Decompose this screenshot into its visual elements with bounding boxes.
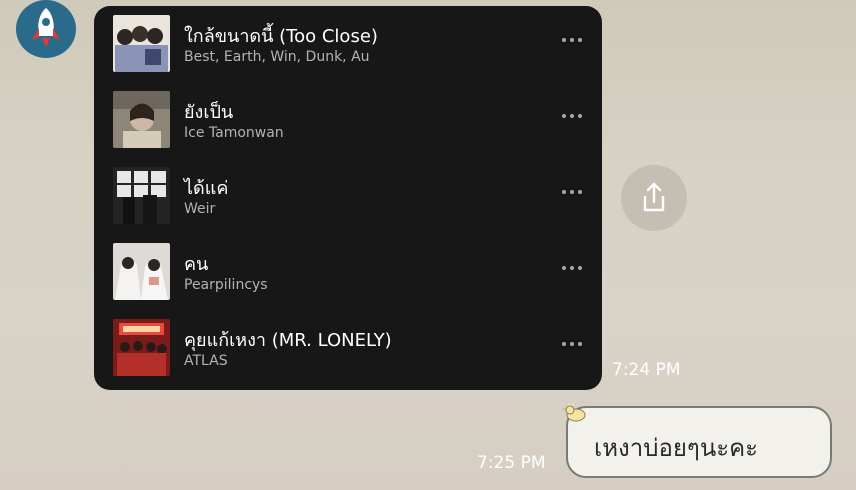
track-title: คน (184, 254, 209, 275)
album-art (113, 15, 170, 72)
track-row[interactable]: ยังเป็น Ice Tamonwan (94, 82, 602, 154)
track-title: ได้แค่ (184, 178, 229, 199)
track-title: ใกล้ขนาดนี้ (Too Close) (184, 26, 378, 47)
message-timestamp: 7:24 PM (612, 360, 681, 380)
more-dots-icon[interactable] (562, 112, 582, 120)
track-artist: Pearpilincys (184, 277, 268, 293)
album-art (113, 243, 170, 300)
bird-icon (560, 400, 590, 424)
avatar[interactable] (16, 0, 76, 58)
rocket-icon (32, 8, 60, 47)
more-dots-icon[interactable] (562, 36, 582, 44)
track-artist: ATLAS (184, 353, 228, 369)
chat-bubble[interactable]: เหงาบ่อยๆนะคะ (566, 406, 832, 478)
share-button[interactable] (621, 165, 687, 231)
message-timestamp: 7:25 PM (477, 453, 546, 473)
more-dots-icon[interactable] (562, 264, 582, 272)
track-row[interactable]: คุยแก้เหงา (MR. LONELY) ATLAS (94, 310, 602, 382)
track-artist: Weir (184, 201, 216, 217)
track-artist: Ice Tamonwan (184, 125, 284, 141)
track-artist: Best, Earth, Win, Dunk, Au (184, 49, 370, 65)
playlist-card: ใกล้ขนาดนี้ (Too Close) Best, Earth, Win… (94, 6, 602, 390)
track-row[interactable]: ใกล้ขนาดนี้ (Too Close) Best, Earth, Win… (94, 6, 602, 78)
album-art (113, 167, 170, 224)
more-dots-icon[interactable] (562, 188, 582, 196)
track-row[interactable]: ได้แค่ Weir (94, 158, 602, 230)
more-dots-icon[interactable] (562, 340, 582, 348)
share-icon (643, 182, 665, 212)
track-title: คุยแก้เหงา (MR. LONELY) (184, 330, 392, 351)
message-text: เหงาบ่อยๆนะคะ (594, 434, 759, 462)
track-title: ยังเป็น (184, 102, 234, 123)
track-row[interactable]: คน Pearpilincys (94, 234, 602, 306)
album-art (113, 91, 170, 148)
album-art (113, 319, 170, 376)
